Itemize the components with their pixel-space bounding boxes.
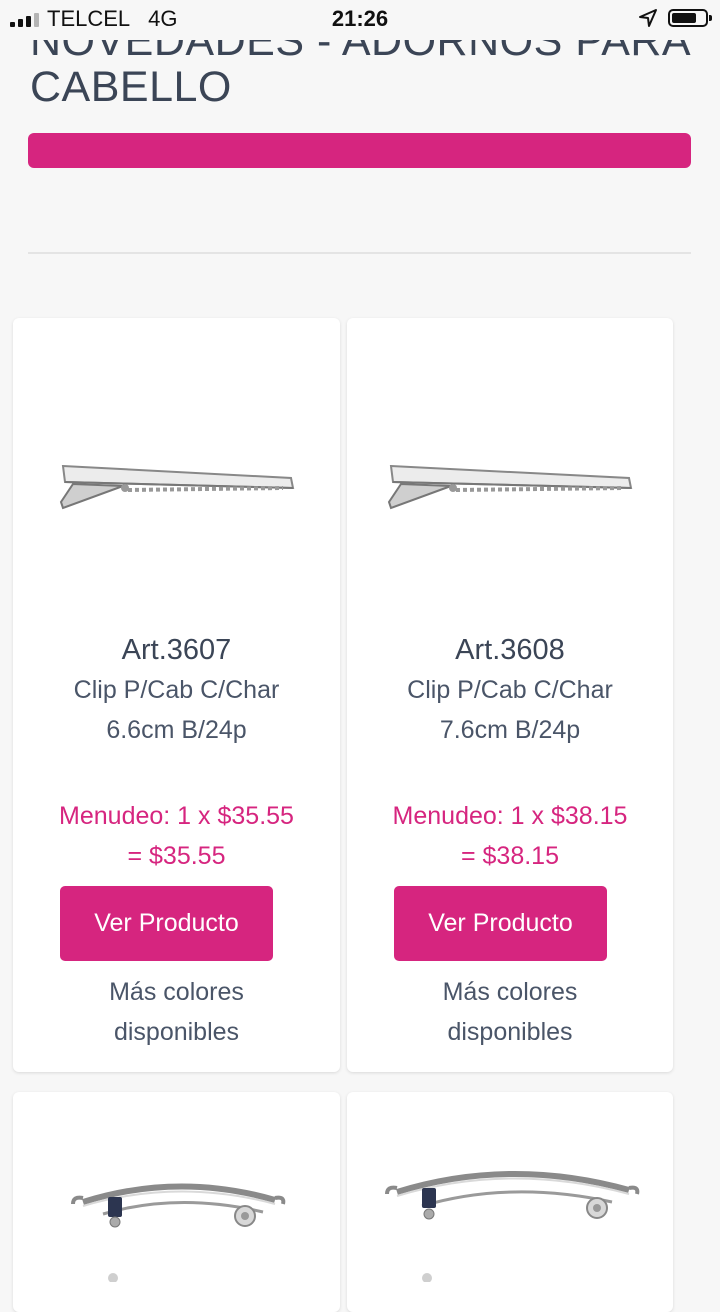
product-description: Clip P/Cab C/Char 6.6cm B/24p [33,670,320,750]
location-arrow-icon [639,9,657,27]
product-card[interactable] [13,1092,340,1312]
product-price: Menudeo: 1 x $35.55 = $35.55 [23,796,330,876]
barrette-clip-image[interactable] [13,1132,340,1282]
product-description-line: 7.6cm B/24p [439,716,581,744]
product-article: Art.3607 [121,634,232,666]
product-card[interactable] [347,1092,673,1312]
product-card[interactable]: Art.3607 Clip P/Cab C/Char 6.6cm B/24p M… [13,318,340,1072]
product-description-line: Clip P/Cab C/Char [407,676,613,704]
status-bar: TELCEL 4G 21:26 [0,0,720,40]
price-total: = $35.55 [127,842,226,870]
product-price: Menudeo: 1 x $38.15 = $38.15 [357,796,663,876]
product-description-line: Clip P/Cab C/Char [73,676,280,704]
more-colors-line: Más colores [442,978,578,1006]
price-total: = $38.15 [460,842,559,870]
product-article: Art.3608 [455,634,565,666]
section-divider [28,252,691,254]
product-description: Clip P/Cab C/Char 7.6cm B/24p [367,670,653,750]
title-accent-bar [28,133,691,168]
barrette-clip-image[interactable] [347,1132,673,1282]
more-colors-note: Más colores disponibles [357,972,663,1052]
more-colors-line: Más colores [109,978,244,1006]
battery-icon [668,9,712,27]
more-colors-line: disponibles [113,1018,240,1046]
product-description-line: 6.6cm B/24p [106,716,247,744]
alligator-clip-image[interactable] [13,438,340,538]
price-line: Menudeo: 1 x $35.55 [59,802,294,830]
status-time: 21:26 [331,6,389,31]
product-card[interactable]: Art.3608 Clip P/Cab C/Char 7.6cm B/24p M… [347,318,673,1072]
alligator-clip-image[interactable] [347,438,673,538]
price-line: Menudeo: 1 x $38.15 [392,802,628,830]
more-colors-note: Más colores disponibles [23,972,330,1052]
status-right [638,8,712,28]
view-product-button[interactable]: Ver Producto [394,886,607,961]
view-product-button[interactable]: Ver Producto [60,886,273,961]
more-colors-line: disponibles [447,1018,573,1046]
